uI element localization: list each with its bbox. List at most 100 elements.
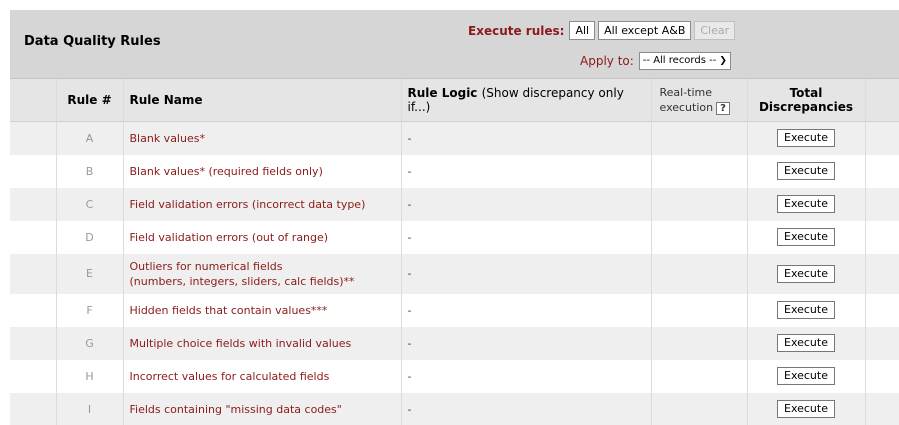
exec-cell: Execute — [747, 392, 866, 425]
rule-letter: A — [56, 121, 124, 155]
row-extra — [865, 154, 899, 188]
row-blank — [10, 220, 57, 254]
execute-button[interactable]: Execute — [777, 400, 835, 418]
rule-letter: G — [56, 326, 124, 360]
apply-to-select-value: -- All records -- — [642, 55, 717, 66]
exec-cell: Execute — [747, 326, 866, 360]
execute-all-button[interactable]: All — [569, 21, 596, 40]
rule-name: Blank values* — [123, 121, 402, 155]
rule-logic: - — [401, 359, 652, 393]
execute-button[interactable]: Execute — [777, 162, 835, 180]
table-row: G Multiple choice fields with invalid va… — [10, 326, 899, 360]
rule-letter: E — [56, 253, 124, 294]
header-extra — [865, 79, 899, 122]
row-extra — [865, 293, 899, 327]
rule-logic: - — [401, 187, 652, 221]
apply-to-select[interactable]: -- All records -- ❯ — [638, 52, 731, 70]
exec-cell: Execute — [747, 293, 866, 327]
exec-cell: Execute — [747, 253, 866, 294]
rule-name: Incorrect values for calculated fields — [123, 359, 402, 393]
execute-button[interactable]: Execute — [777, 367, 835, 385]
table-header-row: Rule # Rule Name Rule Logic (Show discre… — [10, 79, 899, 122]
help-icon[interactable]: ? — [716, 102, 730, 115]
execute-button[interactable]: Execute — [777, 228, 835, 246]
execute-rules-label: Execute rules: — [468, 23, 565, 38]
row-extra — [865, 220, 899, 254]
rule-name-line1: Outliers for numerical fields — [129, 259, 283, 273]
data-quality-panel: Data Quality Rules Execute rules: All Al… — [10, 10, 899, 425]
row-blank — [10, 293, 57, 327]
rule-name: Outliers for numerical fields (numbers, … — [123, 253, 402, 294]
exec-cell: Execute — [747, 359, 866, 393]
rule-letter: I — [56, 392, 124, 425]
rule-name: Field validation errors (incorrect data … — [123, 187, 402, 221]
realtime-cell — [651, 121, 748, 155]
panel-header: Data Quality Rules Execute rules: All Al… — [10, 10, 899, 79]
rules-table: Rule # Rule Name Rule Logic (Show discre… — [10, 79, 899, 425]
rule-logic: - — [401, 392, 652, 425]
rule-letter: H — [56, 359, 124, 393]
rule-letter: C — [56, 187, 124, 221]
total-line1: Total — [789, 86, 823, 100]
exec-cell: Execute — [747, 154, 866, 188]
table-row: B Blank values* (required fields only) -… — [10, 154, 899, 188]
execute-button[interactable]: Execute — [777, 195, 835, 213]
header-rule-logic: Rule Logic (Show discrepancy only if...) — [401, 79, 652, 122]
table-row: D Field validation errors (out of range)… — [10, 220, 899, 254]
row-extra — [865, 187, 899, 221]
realtime-cell — [651, 220, 748, 254]
row-blank — [10, 121, 57, 155]
table-row: H Incorrect values for calculated fields… — [10, 359, 899, 393]
row-blank — [10, 392, 57, 425]
realtime-cell — [651, 154, 748, 188]
rule-name: Field validation errors (out of range) — [123, 220, 402, 254]
execute-button[interactable]: Execute — [777, 301, 835, 319]
rule-logic: - — [401, 326, 652, 360]
row-blank — [10, 253, 57, 294]
rule-name: Fields containing "missing data codes" — [123, 392, 402, 425]
row-extra — [865, 392, 899, 425]
realtime-label: execution — [659, 101, 714, 114]
apply-to-bar: Apply to: -- All records -- ❯ — [580, 52, 731, 70]
row-blank — [10, 359, 57, 393]
table-row: F Hidden fields that contain values*** -… — [10, 293, 899, 327]
rule-logic: - — [401, 253, 652, 294]
rule-name-line2: (numbers, integers, sliders, calc fields… — [129, 274, 355, 288]
table-row: I Fields containing "missing data codes"… — [10, 392, 899, 425]
row-extra — [865, 326, 899, 360]
header-blank — [10, 79, 57, 122]
chevron-down-icon: ❯ — [719, 56, 727, 66]
rule-logic-label: Rule Logic — [407, 86, 478, 100]
realtime-cell — [651, 253, 748, 294]
table-row: C Field validation errors (incorrect dat… — [10, 187, 899, 221]
total-line2: Discrepancies — [758, 100, 854, 114]
exec-cell: Execute — [747, 220, 866, 254]
header-realtime: Real-time execution? — [651, 79, 748, 122]
rule-letter: F — [56, 293, 124, 327]
execute-rules-bar: Execute rules: All All except A&B Clear — [468, 21, 738, 40]
exec-cell: Execute — [747, 187, 866, 221]
realtime-line1: Real-time — [659, 86, 713, 99]
execute-button[interactable]: Execute — [777, 264, 835, 283]
table-row: E Outliers for numerical fields (numbers… — [10, 253, 899, 294]
rule-logic: - — [401, 293, 652, 327]
row-extra — [865, 121, 899, 155]
rule-letter: D — [56, 220, 124, 254]
table-row: A Blank values* - Execute — [10, 121, 899, 155]
execute-button[interactable]: Execute — [777, 129, 835, 148]
rule-name: Multiple choice fields with invalid valu… — [123, 326, 402, 360]
clear-button[interactable]: Clear — [694, 21, 736, 40]
execute-button[interactable]: Execute — [777, 334, 835, 352]
realtime-cell — [651, 359, 748, 393]
row-extra — [865, 359, 899, 393]
rule-logic: - — [401, 154, 652, 188]
execute-all-except-ab-button[interactable]: All except A&B — [598, 21, 692, 40]
panel-title: Data Quality Rules — [24, 34, 161, 49]
realtime-cell — [651, 392, 748, 425]
row-blank — [10, 187, 57, 221]
realtime-line2: execution? — [658, 100, 741, 115]
rule-logic: - — [401, 121, 652, 155]
rule-name: Hidden fields that contain values*** — [123, 293, 402, 327]
exec-cell: Execute — [747, 121, 866, 155]
header-total-discrepancies: Total Discrepancies — [747, 79, 866, 122]
